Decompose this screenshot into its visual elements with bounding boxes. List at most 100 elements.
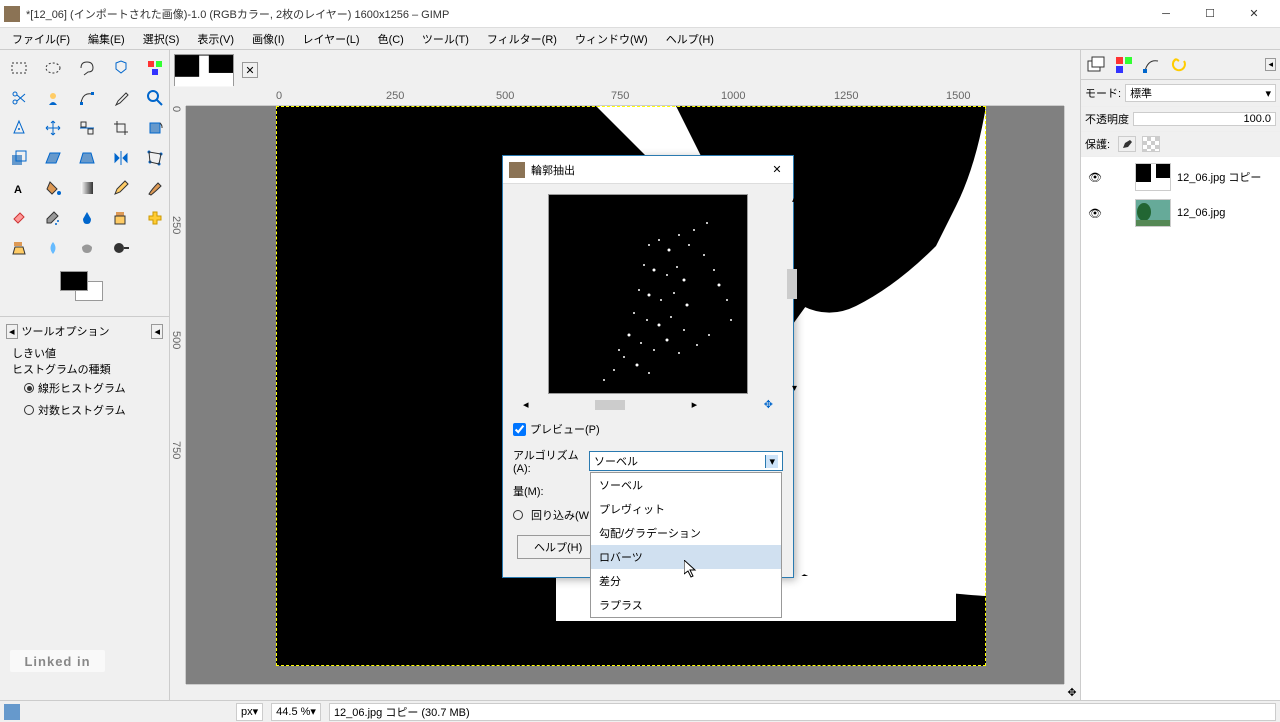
maximize-button[interactable]: ☐: [1188, 0, 1232, 28]
menu-windows[interactable]: ウィンドウ(W): [567, 29, 656, 49]
linkedin-watermark: Linked in: [10, 650, 105, 672]
help-button[interactable]: ヘルプ(H): [517, 535, 599, 559]
tool-color-picker[interactable]: [106, 84, 136, 112]
tool-scissors[interactable]: [4, 84, 34, 112]
tool-perspective[interactable]: [72, 144, 102, 172]
menu-color[interactable]: 色(C): [370, 29, 412, 49]
tool-move[interactable]: [38, 114, 68, 142]
close-button[interactable]: ✕: [1232, 0, 1276, 28]
radio-log[interactable]: 対数ヒストグラム: [12, 399, 157, 421]
layer-row[interactable]: 👁 12_06.jpg: [1083, 195, 1278, 231]
mode-select[interactable]: 標準▾: [1125, 84, 1276, 102]
tool-airbrush[interactable]: [38, 204, 68, 232]
zoom-select[interactable]: 44.5 % ▾: [271, 703, 321, 721]
preview-scroll-left[interactable]: ◂: [523, 398, 529, 411]
scrollbar-vertical[interactable]: [1064, 106, 1080, 684]
tool-foreground[interactable]: [38, 84, 68, 112]
tool-brush[interactable]: [140, 174, 170, 202]
algorithm-select[interactable]: ソーベル ▾ ソーベル プレヴィット 勾配/グラデーション ロバーツ 差分 ラプ…: [589, 451, 783, 471]
layer-thumbnail: [1135, 199, 1171, 227]
menu-help[interactable]: ヘルプ(H): [658, 29, 722, 49]
tool-rotate[interactable]: [140, 114, 170, 142]
tool-paths[interactable]: [72, 84, 102, 112]
preview-move-icon[interactable]: ✥: [764, 398, 773, 411]
tool-flip[interactable]: [106, 144, 136, 172]
tool-crop[interactable]: [106, 114, 136, 142]
menu-view[interactable]: 表示(V): [189, 29, 242, 49]
option-roberts[interactable]: ロバーツ: [591, 545, 781, 569]
statusbar-icon[interactable]: [4, 704, 20, 720]
radio-linear[interactable]: 線形ヒストグラム: [12, 377, 157, 399]
preview-scroll-thumb-h[interactable]: [595, 400, 625, 410]
eye-icon[interactable]: 👁: [1087, 205, 1103, 221]
tool-align[interactable]: [72, 114, 102, 142]
tool-blur[interactable]: [38, 234, 68, 262]
tool-color-select[interactable]: [140, 54, 170, 82]
tool-blend[interactable]: [72, 174, 102, 202]
menu-image[interactable]: 画像(I): [244, 29, 292, 49]
tool-rect-select[interactable]: [4, 54, 34, 82]
tool-clone[interactable]: [106, 204, 136, 232]
tool-options: ◂ ツールオプション ◂ しきい値 ヒストグラムの種類 線形ヒストグラム 対数ヒ…: [0, 316, 169, 429]
tool-dodge[interactable]: [106, 234, 136, 262]
scrollbar-horizontal[interactable]: [186, 684, 1064, 700]
tool-measure[interactable]: [4, 114, 34, 142]
minimize-button[interactable]: ─: [1144, 0, 1188, 28]
tool-cage[interactable]: [140, 144, 170, 172]
tab-close[interactable]: ✕: [242, 62, 258, 78]
tool-ink[interactable]: [72, 204, 102, 232]
layers-tab-icon[interactable]: [1085, 54, 1107, 76]
channels-tab-icon[interactable]: [1113, 54, 1135, 76]
menu-filters[interactable]: フィルター(R): [479, 29, 565, 49]
preview-scroll-down[interactable]: ▾: [792, 383, 797, 394]
eye-icon[interactable]: 👁: [1087, 169, 1103, 185]
tool-lasso[interactable]: [72, 54, 102, 82]
lock-alpha-icon[interactable]: [1142, 136, 1160, 152]
mode-label: モード:: [1085, 85, 1121, 101]
option-prewitt[interactable]: プレヴィット: [591, 497, 781, 521]
nav-icon[interactable]: ✥: [1064, 684, 1080, 700]
preview-image: [548, 194, 748, 394]
dock-menu-icon[interactable]: ◂: [1265, 58, 1276, 71]
tool-shear[interactable]: [38, 144, 68, 172]
dialog-close-button[interactable]: ✕: [767, 160, 787, 180]
foreground-color[interactable]: [60, 271, 88, 291]
tool-zoom[interactable]: [140, 84, 170, 112]
color-selector[interactable]: [0, 266, 169, 316]
tool-pencil[interactable]: [106, 174, 136, 202]
option-gradient[interactable]: 勾配/グラデーション: [591, 521, 781, 545]
lock-pixels-icon[interactable]: [1118, 136, 1136, 152]
preview-scroll-right[interactable]: ▸: [692, 398, 698, 411]
tool-heal[interactable]: [140, 204, 170, 232]
tab-thumbnail[interactable]: [174, 54, 234, 86]
tool-smudge[interactable]: [72, 234, 102, 262]
option-sobel[interactable]: ソーベル: [591, 473, 781, 497]
algorithm-label: アルゴリズム(A):: [513, 447, 585, 475]
tool-eraser[interactable]: [4, 204, 34, 232]
paths-tab-icon[interactable]: [1141, 54, 1163, 76]
menu-layer[interactable]: レイヤー(L): [294, 29, 367, 49]
tool-scale[interactable]: [4, 144, 34, 172]
wrap-label[interactable]: 回り込み(W: [531, 507, 589, 523]
unit-select[interactable]: px ▾: [236, 703, 263, 721]
preview-label: プレビュー(P): [530, 421, 600, 437]
option-differential[interactable]: 差分: [591, 569, 781, 593]
menu-select[interactable]: 選択(S): [135, 29, 188, 49]
tool-perspective-clone[interactable]: [4, 234, 34, 262]
tool-text[interactable]: A: [4, 174, 34, 202]
layer-row[interactable]: 👁 12_06.jpg コピー: [1083, 159, 1278, 195]
lock-label: 保護:: [1085, 136, 1110, 152]
preview-scroll-up[interactable]: ▴: [792, 194, 797, 205]
ruler-horizontal: 0 250 500 750 1000 1250 1500: [186, 90, 1064, 106]
preview-checkbox[interactable]: [513, 423, 526, 436]
menu-edit[interactable]: 編集(E): [80, 29, 133, 49]
opacity-value[interactable]: 100.0: [1133, 112, 1276, 126]
tool-bucket[interactable]: [38, 174, 68, 202]
menu-tools[interactable]: ツール(T): [414, 29, 477, 49]
menu-file[interactable]: ファイル(F): [4, 29, 78, 49]
preview-scroll-thumb-v[interactable]: [787, 269, 797, 299]
undo-tab-icon[interactable]: [1169, 54, 1191, 76]
option-laplace[interactable]: ラプラス: [591, 593, 781, 617]
tool-fuzzy-select[interactable]: [106, 54, 136, 82]
tool-ellipse-select[interactable]: [38, 54, 68, 82]
